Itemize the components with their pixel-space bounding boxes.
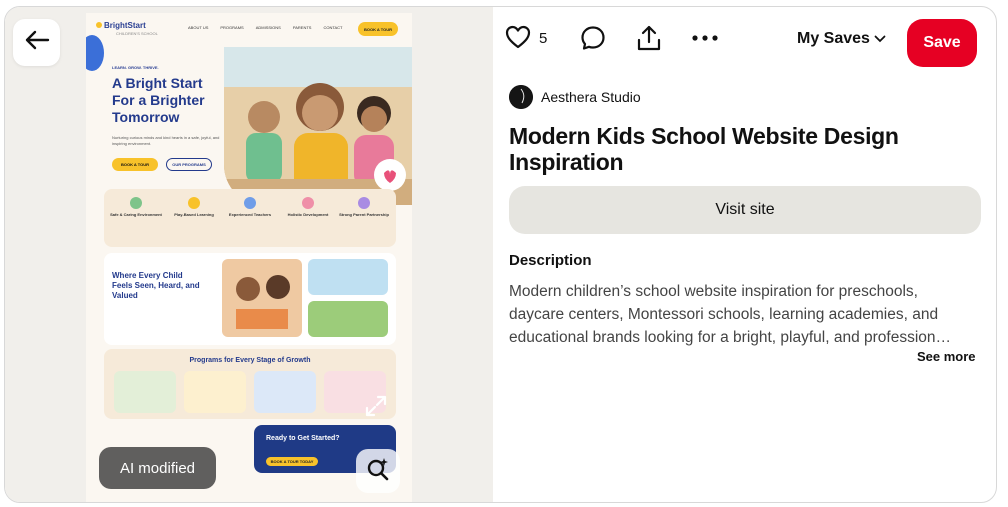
classroom-photos-illustration: [222, 259, 388, 337]
mock-hero-photo: [224, 47, 412, 205]
mock-cta-title: Ready to Get Started?: [266, 435, 340, 442]
chevron-down-icon: [874, 30, 886, 48]
mock-hero-button-secondary: OUR PROGRAMS: [166, 158, 212, 171]
more-options-button[interactable]: [691, 27, 719, 49]
mock-hero-title: A Bright Start For a Brighter Tomorrow: [112, 75, 205, 125]
expand-button[interactable]: [361, 393, 391, 423]
creator-name[interactable]: Aesthera Studio: [541, 89, 641, 105]
pin-media-pane: BrightStart CHILDREN'S SCHOOL ABOUT US P…: [5, 7, 493, 502]
mock-feature: Holistic Development: [282, 197, 334, 217]
ai-modified-badge[interactable]: AI modified: [99, 447, 216, 489]
mock-cta-button: BOOK A TOUR TODAY: [266, 457, 318, 466]
mock-site-nav: BrightStart CHILDREN'S SCHOOL ABOUT US P…: [86, 13, 412, 45]
avatar[interactable]: [509, 85, 533, 109]
description-text: Modern children’s school website inspira…: [509, 280, 975, 349]
sun-logo-icon: [96, 22, 102, 28]
comment-icon: [580, 26, 606, 55]
share-icon: [636, 25, 662, 56]
mock-features-strip: Safe & Caring Environment Play-Based Lea…: [104, 189, 396, 247]
mock-feature: Strong Parent Partnership: [338, 197, 390, 217]
visual-search-icon: [365, 456, 391, 487]
mock-tour-button: BOOK A TOUR: [358, 22, 398, 36]
mock-programs-section: Programs for Every Stage of Growth: [104, 349, 396, 419]
creator-row[interactable]: Aesthera Studio: [509, 85, 641, 109]
visual-search-button[interactable]: [356, 449, 400, 493]
see-more-link[interactable]: See more: [917, 349, 976, 364]
back-button[interactable]: [13, 19, 60, 66]
mock-feature: Experienced Teachers: [224, 197, 276, 217]
blob-decoration-icon: [86, 35, 104, 71]
mock-program-card: [114, 371, 176, 413]
board-select[interactable]: My Saves: [797, 30, 886, 48]
arrow-left-icon: [24, 30, 50, 55]
mock-welcome-section: Where Every Child Feels Seen, Heard, and…: [104, 253, 396, 345]
like-count: 5: [539, 30, 548, 47]
description-line: Modern children’s school website inspira…: [509, 283, 918, 300]
mock-logo: BrightStart: [104, 21, 146, 30]
share-button[interactable]: [636, 24, 662, 52]
ellipsis-icon: [691, 35, 719, 53]
mock-hero-text: Nurturing curious minds and kind hearts …: [112, 135, 220, 146]
mock-program-card: [184, 371, 246, 413]
board-select-label: My Saves: [797, 30, 870, 47]
children-photo-illustration: [224, 47, 412, 205]
mock-feature: Safe & Caring Environment: [110, 197, 162, 217]
heart-icon: [505, 25, 531, 53]
mock-hero-button-primary: BOOK A TOUR: [112, 158, 158, 171]
mock-welcome-title: Where Every Child Feels Seen, Heard, and…: [112, 271, 200, 300]
mock-nav-link: ADMISSIONS: [255, 25, 281, 30]
pin-title: Modern Kids School Website Design Inspir…: [509, 123, 899, 175]
description-heading: Description: [509, 252, 592, 269]
mock-nav-link: ABOUT US: [188, 25, 209, 30]
comment-button[interactable]: [580, 25, 606, 51]
visit-site-button[interactable]: Visit site: [509, 186, 981, 234]
save-button[interactable]: Save: [907, 19, 977, 67]
pin-image[interactable]: BrightStart CHILDREN'S SCHOOL ABOUT US P…: [86, 13, 412, 502]
pin-action-bar: 5 My Saves Save: [501, 15, 981, 67]
mock-feature: Play-Based Learning: [168, 197, 220, 217]
mock-tagline: LEARN. GROW. THRIVE.: [112, 65, 159, 70]
description-line: daycare centers, Montessori schools, lea…: [509, 306, 939, 323]
mock-program-card: [254, 371, 316, 413]
mock-programs-title: Programs for Every Stage of Growth: [189, 357, 311, 364]
mock-nav-link: CONTACT: [323, 25, 343, 30]
mock-nav-links: ABOUT US PROGRAMS ADMISSIONS PARENTS CON…: [188, 25, 343, 30]
expand-icon: [364, 394, 388, 423]
pin-closeup-card: BrightStart CHILDREN'S SCHOOL ABOUT US P…: [4, 6, 997, 503]
description-line: educational brands looking for a bright,…: [509, 329, 952, 346]
mock-nav-link: PROGRAMS: [220, 25, 244, 30]
mock-logo-sub: CHILDREN'S SCHOOL: [116, 31, 158, 36]
like-button[interactable]: [505, 25, 531, 51]
mock-nav-link: PARENTS: [292, 25, 312, 30]
